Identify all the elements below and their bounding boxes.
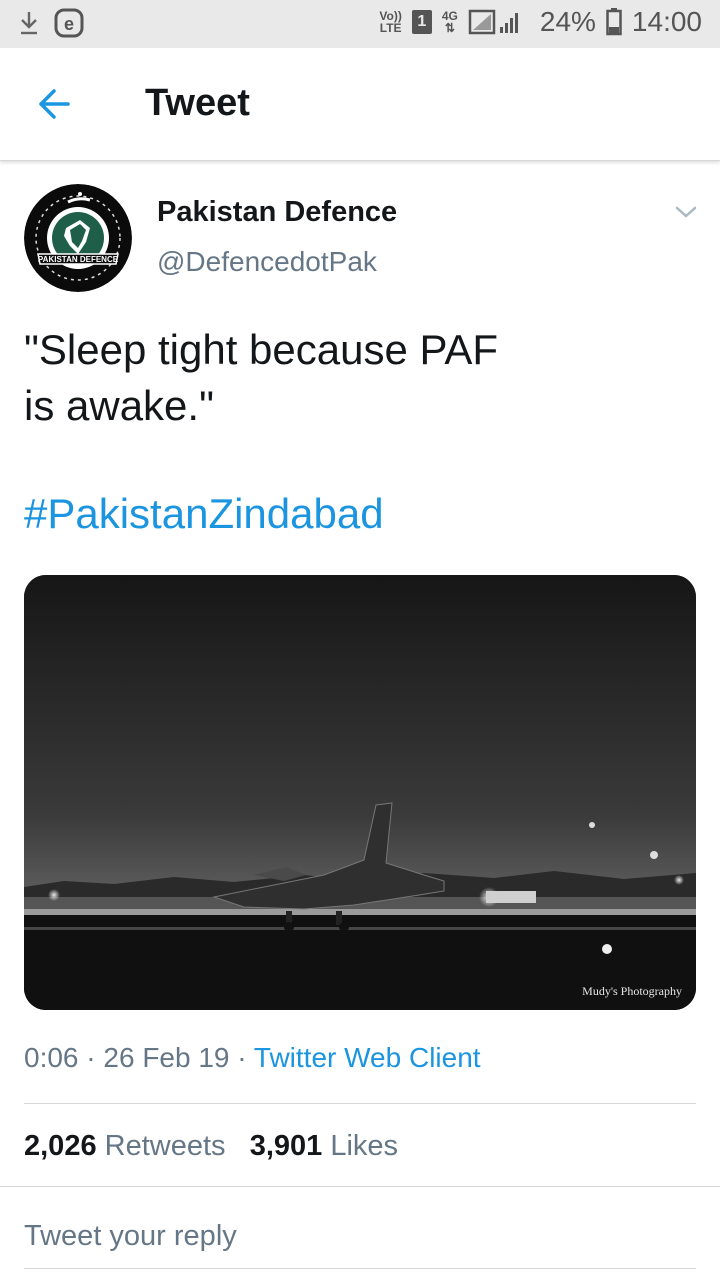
meta-separator: ·	[86, 1042, 96, 1073]
page-title: Tweet	[145, 82, 250, 124]
meta-separator: ·	[237, 1042, 247, 1073]
battery-icon	[606, 8, 622, 36]
likes-count: 3,901	[249, 1130, 323, 1162]
divider	[0, 1186, 720, 1187]
app-bar: Tweet	[0, 48, 720, 161]
chevron-down-icon	[675, 206, 697, 218]
back-button[interactable]	[32, 84, 80, 124]
battery-percent: 24%	[539, 6, 596, 37]
status-bar: e Vo)) LTE 1 4G ⇅ 24% 14:00	[0, 0, 720, 48]
status-left-icons: e	[18, 8, 84, 38]
data-arrows: ⇅	[444, 21, 455, 35]
signal-icon	[468, 9, 518, 35]
retweets-stat[interactable]: 2,026 Retweets	[24, 1130, 226, 1162]
tweet-text-line: is awake."	[24, 382, 214, 429]
browser-e-icon: e	[54, 8, 84, 38]
reply-input[interactable]	[24, 1212, 696, 1260]
download-icon	[21, 12, 37, 35]
sim-slot-badge: 1	[411, 10, 432, 34]
likes-stat[interactable]: 3,901 Likes	[250, 1130, 398, 1162]
tweet-text: "Sleep tight because PAF is awake."	[24, 322, 684, 434]
divider	[24, 1103, 696, 1104]
retweets-count: 2,026	[24, 1130, 97, 1162]
svg-text:e: e	[64, 14, 74, 34]
tweet-media-image[interactable]: Mudy's Photography	[24, 575, 696, 1010]
avatar-ring-text: PAKISTAN DEFENCE	[38, 255, 119, 264]
tweet-stats: 2,026 Retweets 3,901 Likes	[24, 1130, 398, 1163]
tweet-client-link[interactable]: Twitter Web Client	[254, 1042, 481, 1073]
likes-label: Likes	[330, 1130, 399, 1162]
back-arrow-icon	[39, 89, 70, 119]
tweet-meta: 0:06 · 26 Feb 19 · Twitter Web Client	[24, 1042, 481, 1074]
tweet-text-line: "Sleep tight because PAF	[24, 326, 499, 373]
tweet-options-button[interactable]	[672, 200, 700, 224]
tweet-time: 0:06	[24, 1042, 79, 1073]
volte-bottom: LTE	[379, 21, 402, 35]
retweets-label: Retweets	[104, 1130, 226, 1162]
volte-indicator: Vo)) LTE	[379, 10, 401, 34]
author-handle[interactable]: @DefencedotPak	[157, 246, 377, 278]
reply-underline	[24, 1268, 696, 1269]
status-right-icons: Vo)) LTE 1 4G ⇅ 24% 14:00	[379, 6, 702, 38]
network-type: 4G ⇅	[442, 10, 458, 34]
hashtag-link[interactable]: #PakistanZindabad	[24, 490, 384, 538]
pakistan-defence-logo: PAKISTAN DEFENCE	[24, 184, 132, 292]
status-time: 14:00	[631, 6, 702, 37]
author-name[interactable]: Pakistan Defence	[157, 196, 397, 229]
media-credit: Mudy's Photography	[582, 984, 682, 998]
fighter-jet-photo: Mudy's Photography	[24, 575, 696, 1010]
avatar[interactable]: PAKISTAN DEFENCE	[24, 184, 132, 292]
tweet-date: 26 Feb 19	[103, 1042, 230, 1073]
